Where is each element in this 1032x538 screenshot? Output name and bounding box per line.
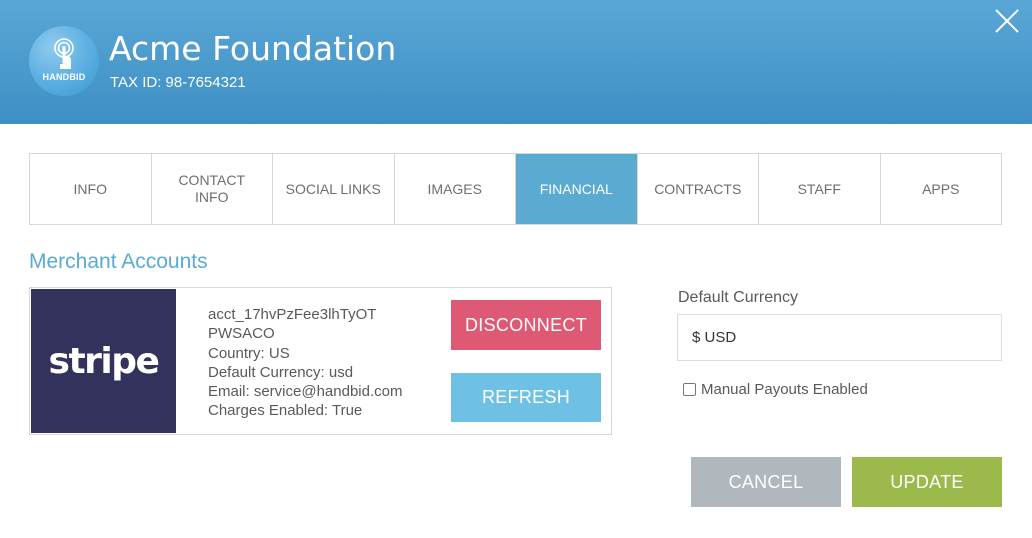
- stripe-logo-text: stripe: [48, 340, 160, 382]
- manual-payouts-label: Manual Payouts Enabled: [701, 381, 868, 398]
- account-country: Country: US: [208, 344, 290, 362]
- tax-id: TAX ID: 98-7654321: [110, 74, 246, 91]
- tab-bar: INFO CONTACT INFO SOCIAL LINKS IMAGES FINANC…: [29, 153, 1002, 225]
- section-title: Merchant Accounts: [29, 250, 208, 273]
- default-currency-field[interactable]: $ USD: [677, 314, 1002, 361]
- tab-staff[interactable]: STAFF: [759, 154, 881, 224]
- organization-name: Acme Foundation: [109, 29, 397, 68]
- refresh-button[interactable]: REFRESH: [451, 373, 601, 422]
- account-id: acct_17hvPzFee3lhTyOT: [208, 306, 377, 323]
- default-currency-label: Default Currency: [678, 289, 799, 306]
- tab-financial[interactable]: FINANCIAL: [516, 154, 638, 224]
- logo-text: HANDBID: [42, 72, 86, 82]
- update-button[interactable]: UPDATE: [852, 457, 1002, 507]
- manual-payouts-checkbox[interactable]: [683, 383, 696, 396]
- touch-hand-icon: [54, 38, 74, 69]
- account-currency: Default Currency: usd: [208, 363, 354, 381]
- tab-info[interactable]: INFO: [30, 154, 152, 224]
- modal-header: HANDBID Acme Foundation TAX ID: 98-76543…: [0, 0, 1032, 124]
- account-details: acct_17hvPzFee3lhTyOT PWSACO Country: US…: [208, 305, 402, 421]
- tab-contracts[interactable]: CONTRACTS: [638, 154, 759, 224]
- account-email: Email: service@handbid.com: [208, 383, 403, 401]
- tab-social-links[interactable]: SOCIAL LINKS: [273, 154, 395, 224]
- account-name: PWSACO: [208, 325, 275, 343]
- tab-images[interactable]: IMAGES: [395, 154, 516, 224]
- tab-apps[interactable]: APPS: [881, 154, 1002, 224]
- manual-payouts-row: Manual Payouts Enabled: [683, 381, 868, 398]
- stripe-logo: stripe: [31, 289, 176, 433]
- tab-contact-info[interactable]: CONTACT INFO: [152, 154, 273, 224]
- cancel-button[interactable]: CANCEL: [691, 457, 841, 507]
- merchant-account-card: stripe acct_17hvPzFee3lhTyOT PWSACO Coun…: [29, 287, 612, 435]
- account-charges: Charges Enabled: True: [208, 402, 363, 420]
- handbid-logo: HANDBID: [29, 26, 99, 96]
- disconnect-button[interactable]: DISCONNECT: [451, 300, 601, 350]
- close-icon[interactable]: [994, 8, 1020, 34]
